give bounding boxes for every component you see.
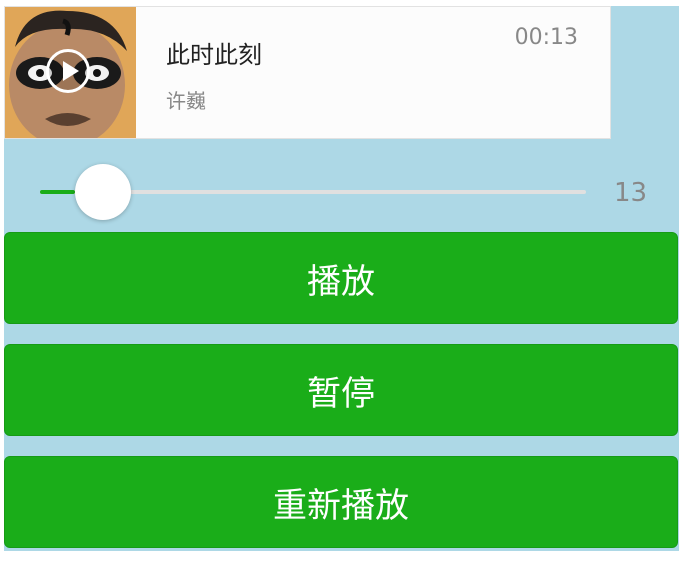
slider-thumb[interactable] <box>75 164 131 220</box>
slider-track[interactable] <box>40 164 586 220</box>
page: 此时此刻 许巍 00:13 13 播放 暂停 重新播放 <box>4 6 679 551</box>
play-button[interactable]: 播放 <box>4 232 678 324</box>
audio-player: 此时此刻 许巍 00:13 <box>4 6 611 139</box>
audio-info: 此时此刻 许巍 00:13 <box>136 7 610 138</box>
progress-slider[interactable]: 13 <box>4 158 679 224</box>
slider-fill <box>40 190 75 194</box>
album-cover[interactable] <box>5 7 136 138</box>
play-icon[interactable] <box>46 49 90 93</box>
current-time: 00:13 <box>514 25 578 50</box>
slider-value: 13 <box>614 178 648 208</box>
pause-button[interactable]: 暂停 <box>4 344 678 436</box>
restart-button[interactable]: 重新播放 <box>4 456 678 548</box>
song-title: 此时此刻 <box>166 41 262 69</box>
song-author: 许巍 <box>166 89 206 113</box>
